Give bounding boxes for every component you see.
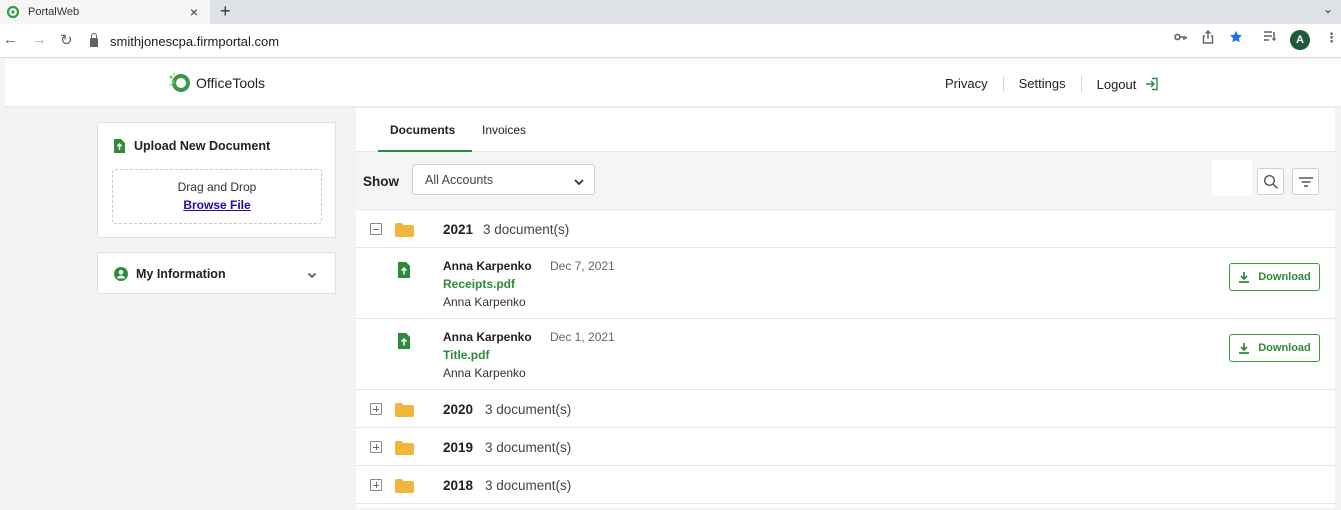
document-count: 3 document(s) xyxy=(485,402,572,417)
my-information-card[interactable]: My Information xyxy=(97,252,336,294)
folder-icon xyxy=(395,223,414,237)
officetools-favicon-icon xyxy=(6,5,20,19)
back-arrow-icon[interactable]: ← xyxy=(3,31,18,48)
upload-document-card: Upload New Document Drag and Drop Browse… xyxy=(97,122,336,238)
browser-menu-icon[interactable]: ⋮ xyxy=(1325,30,1338,46)
browser-tab-title: PortalWeb xyxy=(28,6,80,18)
year-label: 2021 xyxy=(443,222,474,237)
folder-icon xyxy=(395,441,414,455)
profile-avatar[interactable]: A xyxy=(1290,30,1310,50)
new-tab-icon[interactable]: + xyxy=(220,1,231,22)
download-icon xyxy=(1238,342,1250,354)
chevron-down-icon xyxy=(574,175,584,186)
document-author: Anna Karpenko xyxy=(443,330,532,344)
upload-title-text: Upload New Document xyxy=(134,139,271,153)
url-text: smithjonescpa.firmportal.com xyxy=(110,33,280,49)
filter-bar: Show All Accounts xyxy=(356,152,1335,210)
folder-icon xyxy=(395,479,414,493)
expand-toggle-icon[interactable] xyxy=(370,403,382,415)
document-owner: Anna Karpenko xyxy=(443,366,526,380)
chevron-down-icon[interactable] xyxy=(307,267,317,279)
year-label: 2020 xyxy=(443,402,474,417)
file-upload-icon xyxy=(398,333,410,349)
reading-list-icon[interactable] xyxy=(1263,30,1277,45)
officetools-logo[interactable]: OfficeTools xyxy=(168,71,265,95)
show-label: Show xyxy=(363,174,399,189)
file-upload-icon xyxy=(398,262,410,278)
documents-panel: Documents Invoices Show All Accounts 202… xyxy=(356,108,1335,508)
my-information-title: My Information xyxy=(114,267,226,281)
document-date: Dec 7, 2021 xyxy=(550,259,615,273)
year-group-2021[interactable]: 2021 3 document(s) xyxy=(356,210,1335,248)
expand-toggle-icon[interactable] xyxy=(370,441,382,453)
app-header: OfficeTools Privacy Settings Logout xyxy=(5,59,1341,107)
search-icon xyxy=(1263,174,1278,189)
logout-icon xyxy=(1145,77,1159,91)
panel-tabs: Documents Invoices xyxy=(356,108,1335,152)
blank-placeholder xyxy=(1212,160,1252,196)
tab-search-chevron-icon[interactable]: ⌄ xyxy=(1323,2,1333,16)
search-button[interactable] xyxy=(1257,168,1284,195)
year-group-2020[interactable]: 2020 3 document(s) xyxy=(356,390,1335,428)
nav-divider xyxy=(1080,75,1082,92)
header-nav: Privacy Settings Logout xyxy=(945,75,1159,92)
tab-documents[interactable]: Documents xyxy=(390,123,455,137)
year-group-2019[interactable]: 2019 3 document(s) xyxy=(356,428,1335,466)
key-icon[interactable] xyxy=(1174,30,1187,45)
document-row[interactable]: Anna Karpenko Dec 7, 2021 Receipts.pdf A… xyxy=(356,248,1335,319)
forward-arrow-icon[interactable]: → xyxy=(32,31,47,48)
my-information-text: My Information xyxy=(136,267,226,281)
close-tab-icon[interactable]: × xyxy=(190,4,198,20)
privacy-link[interactable]: Privacy xyxy=(945,76,988,91)
browser-tabstrip: PortalWeb × + ⌄ xyxy=(0,0,1341,24)
download-label: Download xyxy=(1258,271,1311,283)
document-owner: Anna Karpenko xyxy=(443,295,526,309)
nav-divider xyxy=(1002,75,1004,92)
document-filename-link[interactable]: Receipts.pdf xyxy=(443,277,515,291)
year-group-2018[interactable]: 2018 3 document(s) xyxy=(356,466,1335,504)
folder-icon xyxy=(395,403,414,417)
document-filename-link[interactable]: Title.pdf xyxy=(443,348,489,362)
settings-link[interactable]: Settings xyxy=(1019,76,1066,91)
browse-file-link[interactable]: Browse File xyxy=(113,198,321,212)
document-count: 3 document(s) xyxy=(485,440,572,455)
logout-label: Logout xyxy=(1096,77,1137,92)
account-select-value: All Accounts xyxy=(425,173,494,187)
collapse-toggle-icon[interactable] xyxy=(370,223,382,235)
reload-icon[interactable]: ↻ xyxy=(60,31,73,49)
tab-invoices[interactable]: Invoices xyxy=(482,123,526,137)
address-bar[interactable]: smithjonescpa.firmportal.com xyxy=(90,29,1330,53)
logout-link[interactable]: Logout xyxy=(1097,75,1159,92)
drop-text: Drag and Drop xyxy=(177,180,257,194)
download-button[interactable]: Download xyxy=(1229,263,1320,291)
filter-icon xyxy=(1298,176,1313,187)
document-row[interactable]: Anna Karpenko Dec 1, 2021 Title.pdf Anna… xyxy=(356,319,1335,390)
document-count: 3 document(s) xyxy=(483,222,570,237)
account-select[interactable]: All Accounts xyxy=(412,164,595,195)
logo-text: OfficeTools xyxy=(196,75,265,91)
lock-icon xyxy=(90,32,98,47)
download-label: Download xyxy=(1258,342,1311,354)
filter-button[interactable] xyxy=(1292,168,1319,195)
expand-toggle-icon[interactable] xyxy=(370,479,382,491)
document-count: 3 document(s) xyxy=(485,478,572,493)
file-upload-icon xyxy=(114,139,125,153)
document-author: Anna Karpenko xyxy=(443,259,532,273)
officetools-logo-icon xyxy=(168,71,192,95)
browser-tab[interactable]: PortalWeb × xyxy=(0,0,210,24)
browser-toolbar: ← → ↻ smithjonescpa.firmportal.com A ⋮ xyxy=(0,24,1341,58)
document-date: Dec 1, 2021 xyxy=(550,330,615,344)
year-label: 2018 xyxy=(443,478,474,493)
year-label: 2019 xyxy=(443,440,474,455)
file-dropzone[interactable]: Drag and Drop Browse File xyxy=(112,169,322,224)
bookmark-star-icon[interactable] xyxy=(1229,30,1243,47)
upload-title: Upload New Document xyxy=(114,139,270,153)
share-icon[interactable] xyxy=(1202,30,1214,47)
user-icon xyxy=(114,267,128,281)
download-button[interactable]: Download xyxy=(1229,334,1320,362)
download-icon xyxy=(1238,271,1250,283)
